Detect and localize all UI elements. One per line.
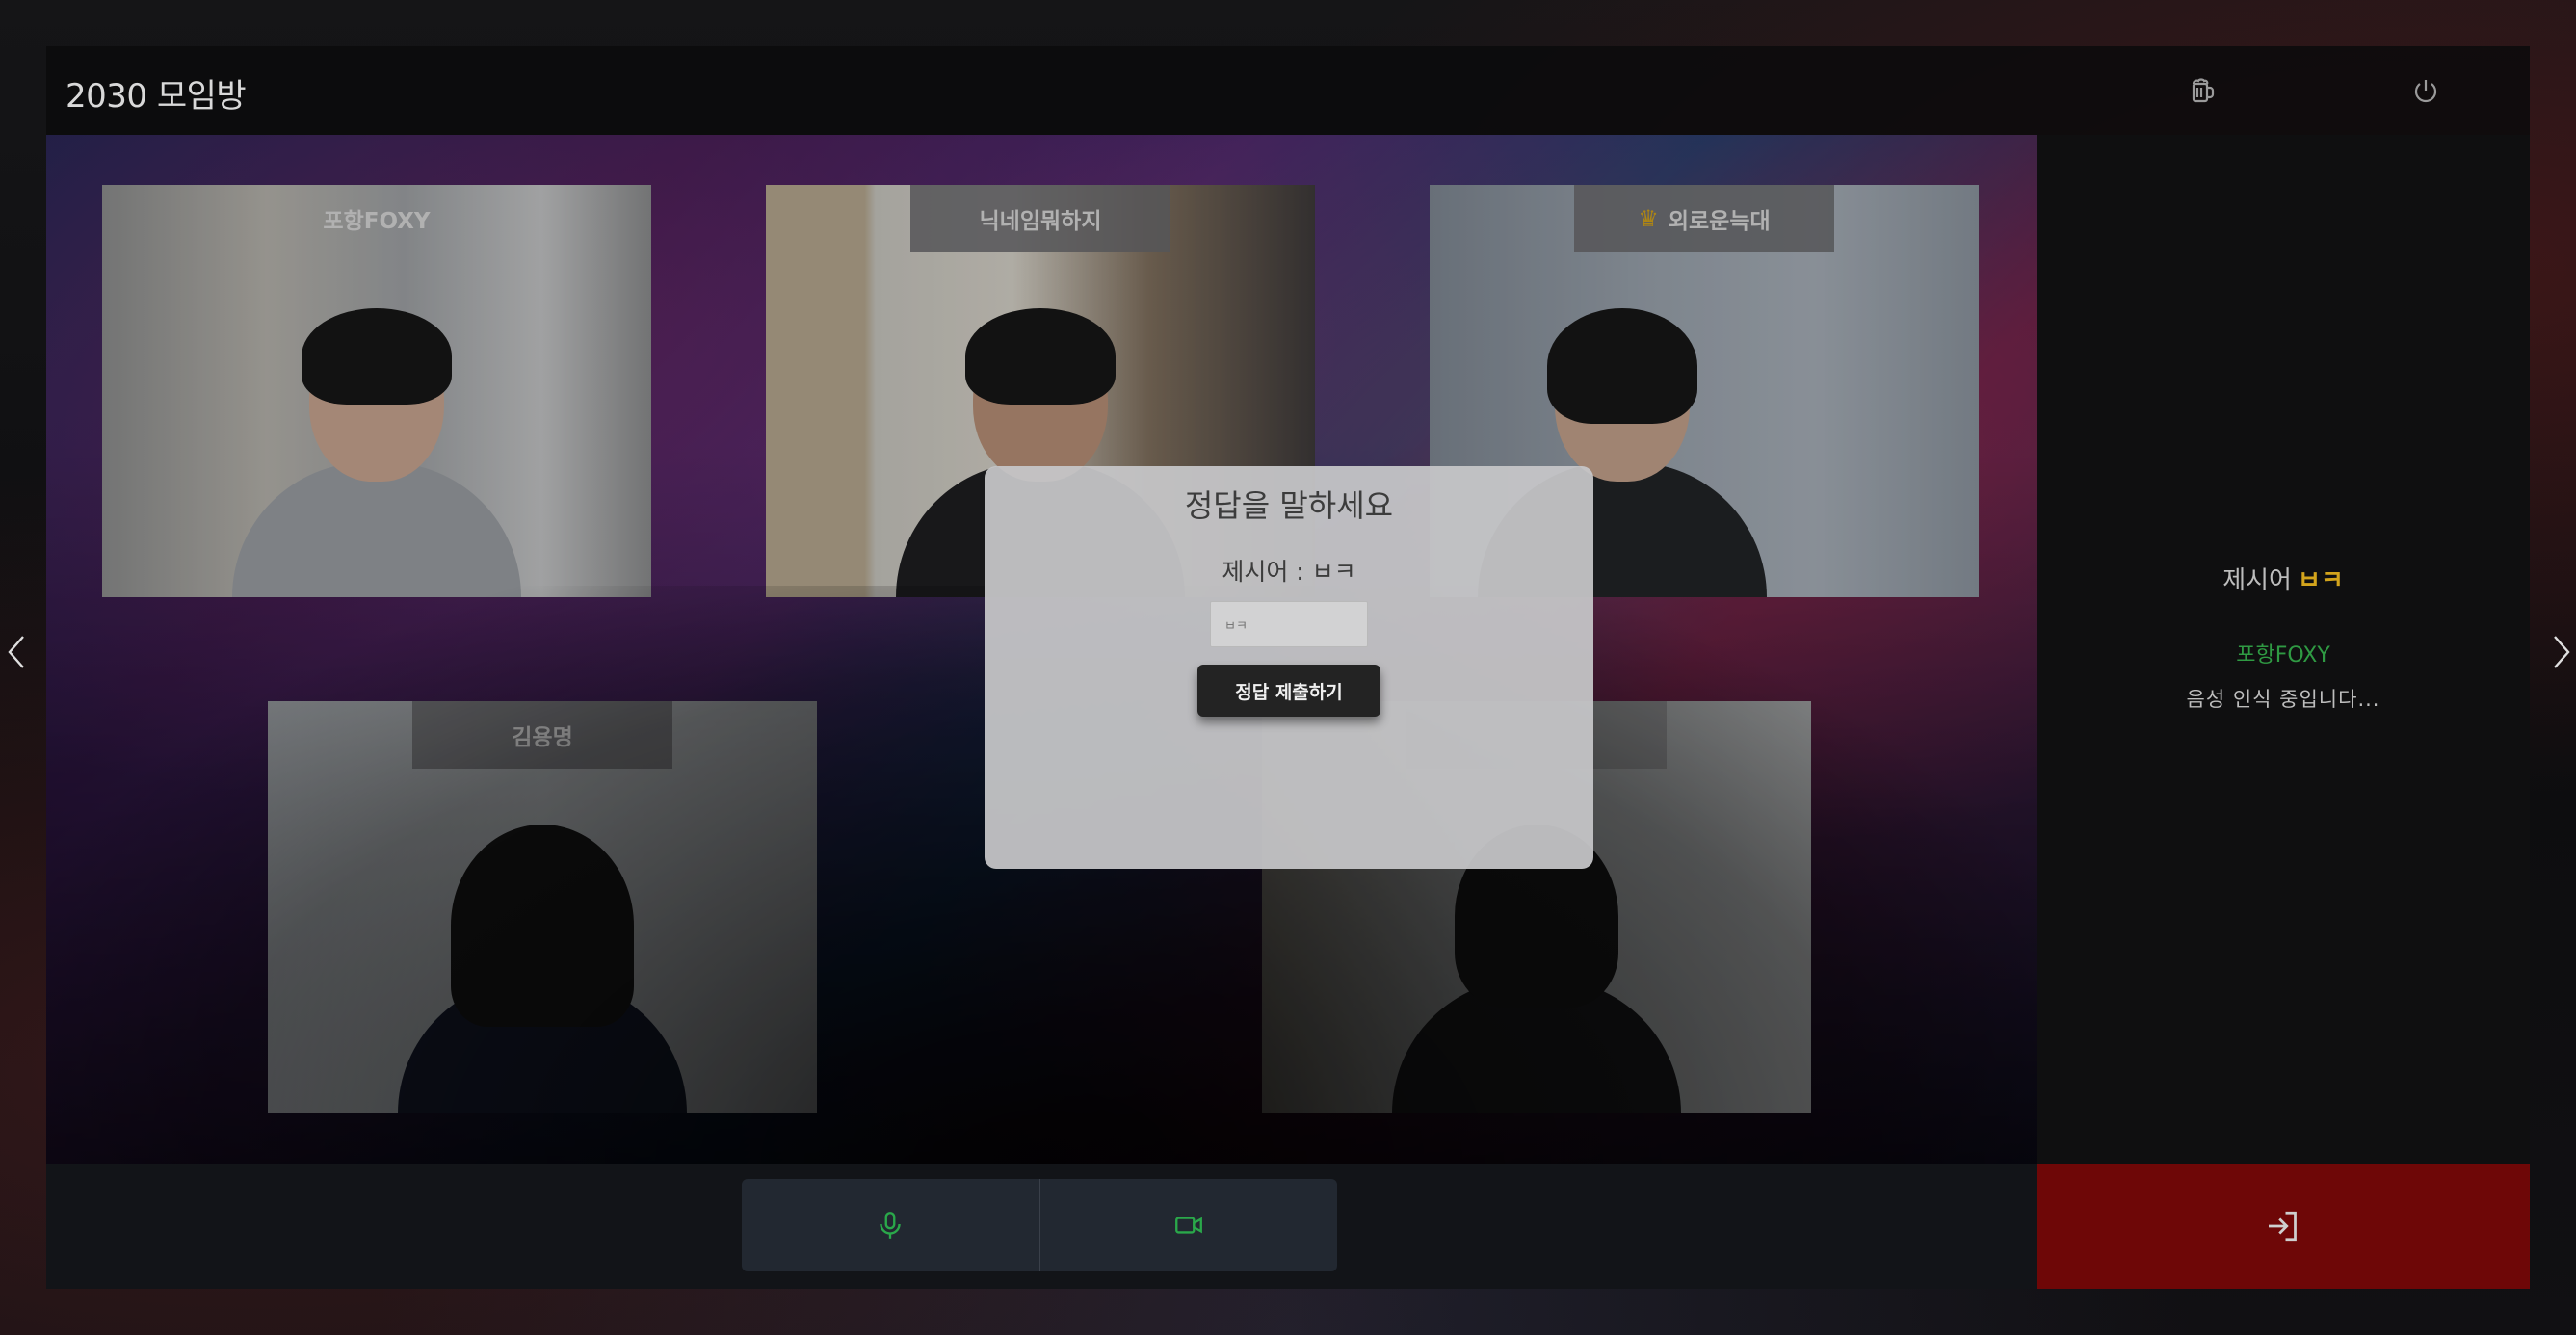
- answer-modal: 정답을 말하세요 제시어 : ㅂㅋ 정답 제출하기: [985, 466, 1593, 869]
- header: 2030 모임방: [46, 46, 2530, 135]
- modal-hint: 제시어 : ㅂㅋ: [1222, 558, 1356, 586]
- power-icon[interactable]: [2406, 71, 2445, 110]
- mic-icon: [880, 1212, 901, 1239]
- video-icon: [1174, 1217, 1202, 1234]
- next-page-arrow[interactable]: [2547, 628, 2576, 676]
- submit-answer-button[interactable]: 정답 제출하기: [1197, 665, 1380, 717]
- camera-toggle-button[interactable]: [1038, 1179, 1338, 1271]
- app-title: 2030 모임방: [66, 77, 247, 116]
- control-bar: [46, 1164, 2037, 1289]
- media-controls: [742, 1179, 1337, 1271]
- beer-icon[interactable]: [2183, 71, 2221, 110]
- answer-input[interactable]: [1210, 601, 1368, 647]
- mic-toggle-button[interactable]: [742, 1179, 1039, 1271]
- hint-value: ㅂㅋ: [2297, 566, 2344, 595]
- modal-title: 정답을 말하세요: [1184, 487, 1394, 524]
- hint-label: 제시어: [2222, 566, 2292, 595]
- recognition-status: 음성 인식 중입니다...: [2186, 688, 2380, 711]
- prev-page-arrow[interactable]: [2, 628, 31, 676]
- exit-icon: [2269, 1211, 2297, 1242]
- current-speaker: 포항FOXY: [2236, 643, 2330, 668]
- exit-room-button[interactable]: [2037, 1164, 2530, 1289]
- hint-line: 제시어 ㅂㅋ: [2037, 561, 2530, 596]
- side-panel: 제시어 ㅂㅋ 포항FOXY 음성 인식 중입니다...: [2037, 135, 2530, 1164]
